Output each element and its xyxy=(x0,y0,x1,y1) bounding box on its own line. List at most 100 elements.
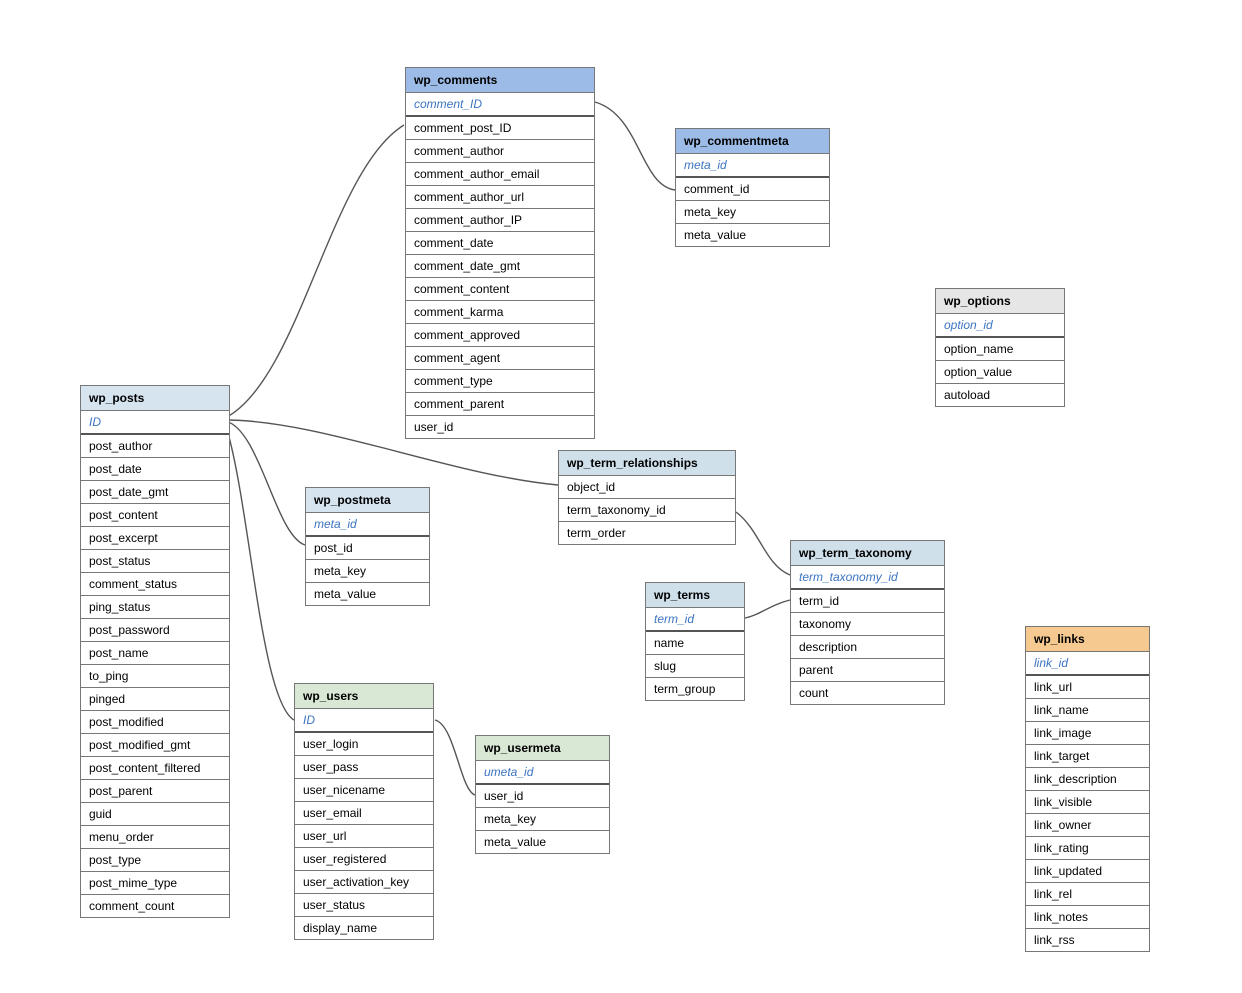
table-header: wp_options xyxy=(936,289,1064,314)
pk-field: meta_id xyxy=(306,513,429,536)
field: comment_content xyxy=(406,278,594,301)
field: description xyxy=(791,636,944,659)
field: comment_author_url xyxy=(406,186,594,209)
field: comment_author_IP xyxy=(406,209,594,232)
pk-field: meta_id xyxy=(676,154,829,177)
field: comment_date xyxy=(406,232,594,255)
table-header: wp_term_taxonomy xyxy=(791,541,944,566)
field: post_excerpt xyxy=(81,527,229,550)
field: comment_approved xyxy=(406,324,594,347)
table-header: wp_links xyxy=(1026,627,1149,652)
field: slug xyxy=(646,655,744,678)
field: post_id xyxy=(306,537,429,560)
field: option_name xyxy=(936,338,1064,361)
field: link_visible xyxy=(1026,791,1149,814)
table-wp-term-taxonomy: wp_term_taxonomy term_taxonomy_id term_i… xyxy=(790,540,945,705)
field: comment_author xyxy=(406,140,594,163)
table-wp-links: wp_links link_id link_url link_name link… xyxy=(1025,626,1150,952)
field: term_order xyxy=(559,522,735,544)
table-header: wp_usermeta xyxy=(476,736,609,761)
field: user_email xyxy=(295,802,433,825)
field: display_name xyxy=(295,917,433,939)
field: meta_value xyxy=(676,224,829,246)
field: user_activation_key xyxy=(295,871,433,894)
pk-field: option_id xyxy=(936,314,1064,337)
pk-field: ID xyxy=(295,709,433,732)
field: user_registered xyxy=(295,848,433,871)
field: post_content xyxy=(81,504,229,527)
field: user_id xyxy=(476,785,609,808)
table-header: wp_postmeta xyxy=(306,488,429,513)
field: link_owner xyxy=(1026,814,1149,837)
field: meta_value xyxy=(476,831,609,853)
field: meta_key xyxy=(676,201,829,224)
pk-field: comment_ID xyxy=(406,93,594,116)
field: comment_post_ID xyxy=(406,117,594,140)
field: user_login xyxy=(295,733,433,756)
table-header: wp_term_relationships xyxy=(559,451,735,476)
field: link_description xyxy=(1026,768,1149,791)
field: meta_key xyxy=(306,560,429,583)
table-wp-postmeta: wp_postmeta meta_id post_id meta_key met… xyxy=(305,487,430,606)
table-wp-options: wp_options option_id option_name option_… xyxy=(935,288,1065,407)
table-wp-usermeta: wp_usermeta umeta_id user_id meta_key me… xyxy=(475,735,610,854)
field: post_author xyxy=(81,435,229,458)
pk-field: term_taxonomy_id xyxy=(791,566,944,589)
field: link_rss xyxy=(1026,929,1149,951)
field: term_group xyxy=(646,678,744,700)
field: user_url xyxy=(295,825,433,848)
table-wp-terms: wp_terms term_id name slug term_group xyxy=(645,582,745,701)
field: post_parent xyxy=(81,780,229,803)
field: post_status xyxy=(81,550,229,573)
field: link_url xyxy=(1026,676,1149,699)
field: object_id xyxy=(559,476,735,499)
field: post_modified_gmt xyxy=(81,734,229,757)
field: meta_value xyxy=(306,583,429,605)
field: ping_status xyxy=(81,596,229,619)
field: post_password xyxy=(81,619,229,642)
table-header: wp_posts xyxy=(81,386,229,411)
field: link_updated xyxy=(1026,860,1149,883)
field: menu_order xyxy=(81,826,229,849)
field: post_mime_type xyxy=(81,872,229,895)
field: post_modified xyxy=(81,711,229,734)
field: term_taxonomy_id xyxy=(559,499,735,522)
field: name xyxy=(646,632,744,655)
field: comment_status xyxy=(81,573,229,596)
table-header: wp_users xyxy=(295,684,433,709)
table-wp-commentmeta: wp_commentmeta meta_id comment_id meta_k… xyxy=(675,128,830,247)
table-wp-users: wp_users ID user_login user_pass user_ni… xyxy=(294,683,434,940)
field: pinged xyxy=(81,688,229,711)
field: link_rating xyxy=(1026,837,1149,860)
pk-field: link_id xyxy=(1026,652,1149,675)
table-header: wp_commentmeta xyxy=(676,129,829,154)
table-header: wp_comments xyxy=(406,68,594,93)
table-wp-term-relationships: wp_term_relationships object_id term_tax… xyxy=(558,450,736,545)
field: link_rel xyxy=(1026,883,1149,906)
field: link_target xyxy=(1026,745,1149,768)
field: term_id xyxy=(791,590,944,613)
table-wp-posts: wp_posts ID post_author post_date post_d… xyxy=(80,385,230,918)
field: parent xyxy=(791,659,944,682)
field: user_pass xyxy=(295,756,433,779)
field: user_id xyxy=(406,416,594,438)
field: meta_key xyxy=(476,808,609,831)
field: comment_parent xyxy=(406,393,594,416)
field: taxonomy xyxy=(791,613,944,636)
field: comment_date_gmt xyxy=(406,255,594,278)
field: option_value xyxy=(936,361,1064,384)
field: post_date_gmt xyxy=(81,481,229,504)
field: link_notes xyxy=(1026,906,1149,929)
field: comment_agent xyxy=(406,347,594,370)
pk-field: umeta_id xyxy=(476,761,609,784)
field: to_ping xyxy=(81,665,229,688)
field: comment_karma xyxy=(406,301,594,324)
field: user_status xyxy=(295,894,433,917)
table-wp-comments: wp_comments comment_ID comment_post_ID c… xyxy=(405,67,595,439)
pk-field: ID xyxy=(81,411,229,434)
field: comment_count xyxy=(81,895,229,917)
field: guid xyxy=(81,803,229,826)
field: comment_type xyxy=(406,370,594,393)
field: comment_id xyxy=(676,178,829,201)
field: autoload xyxy=(936,384,1064,406)
